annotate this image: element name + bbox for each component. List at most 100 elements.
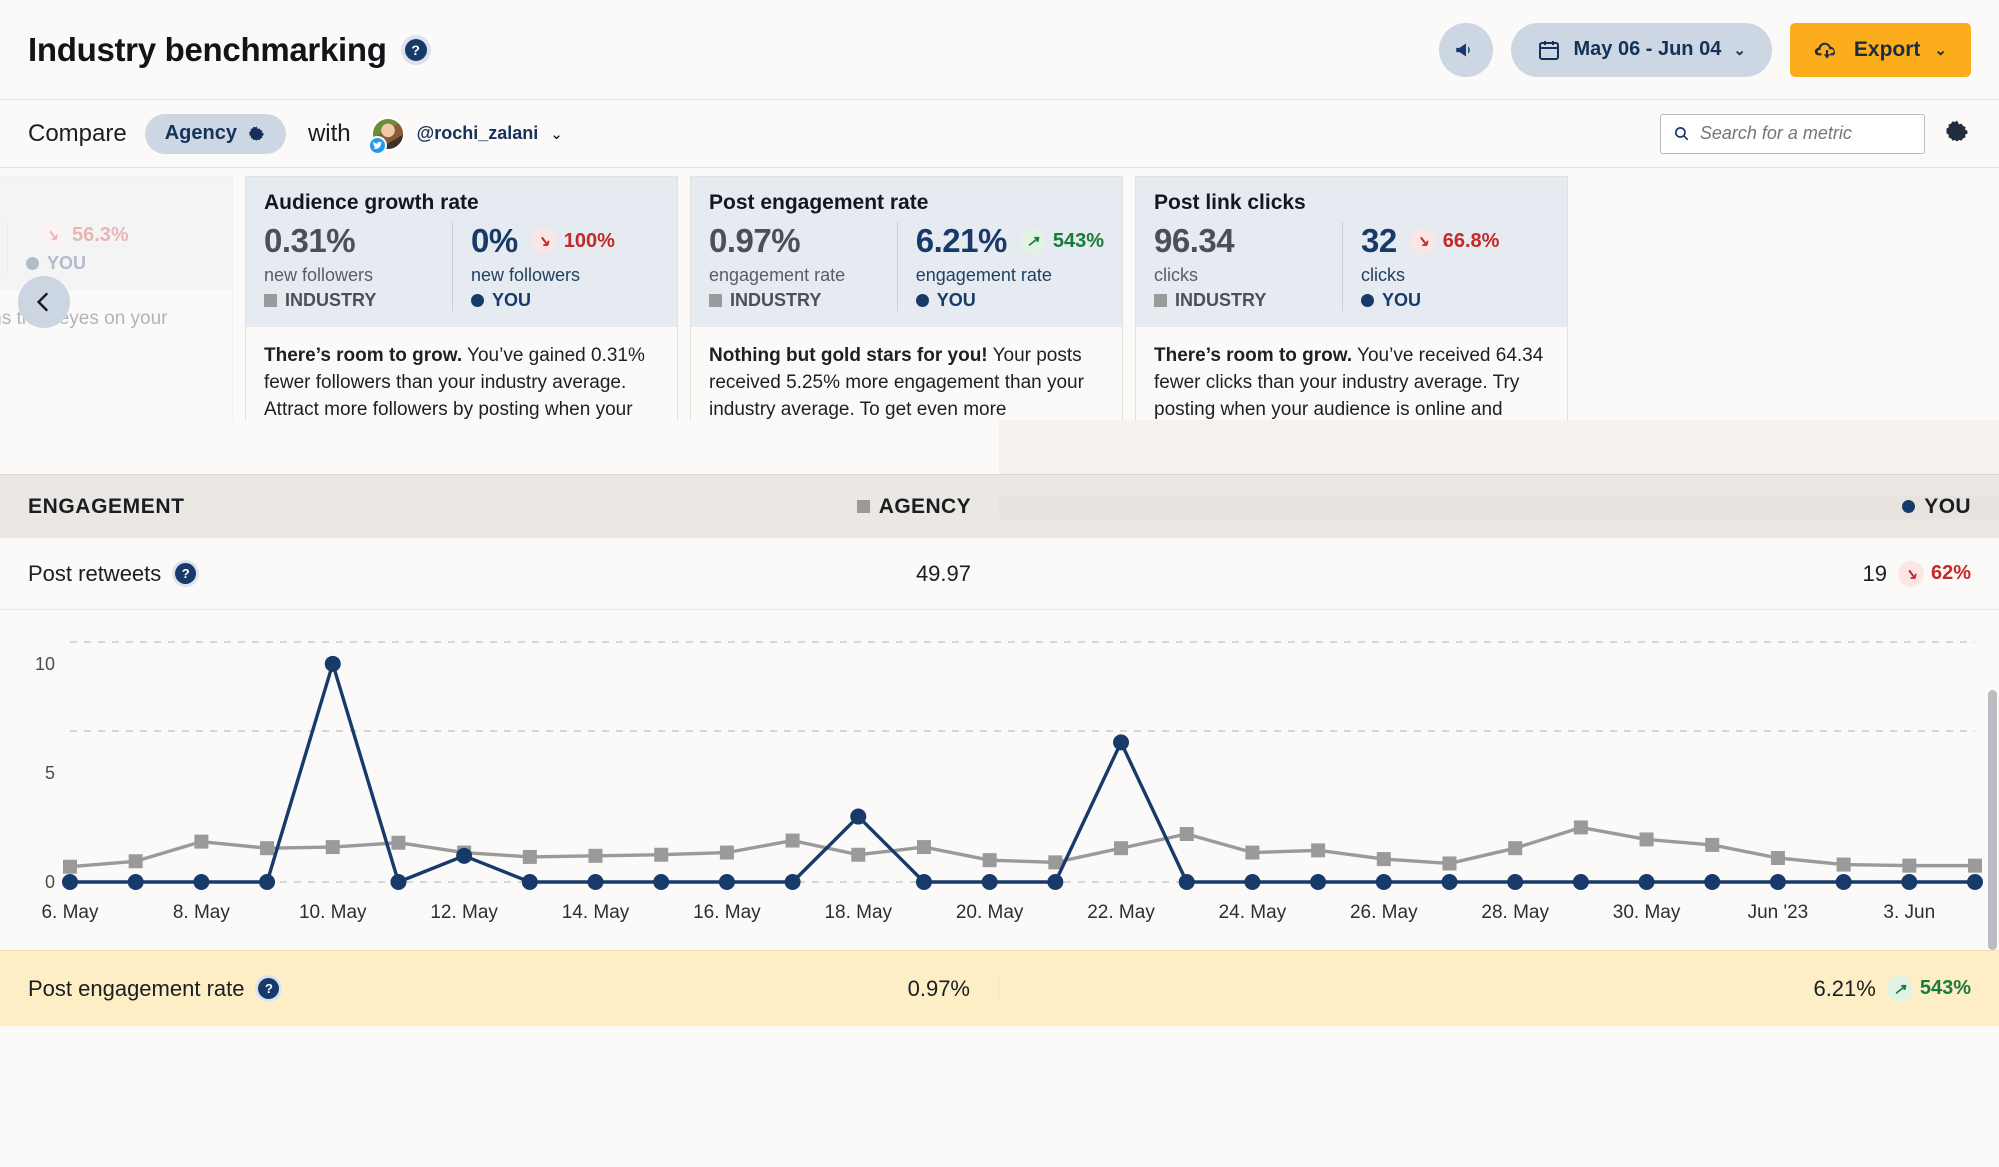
metric-name: Post engagement rate ? <box>28 975 283 1002</box>
export-label: Export <box>1853 37 1921 61</box>
agency-label: Agency <box>164 122 237 144</box>
chart-data-point <box>1376 852 1391 867</box>
chart-data-point <box>259 874 276 890</box>
chart-data-point <box>1508 841 1523 856</box>
chart-data-point <box>785 833 800 848</box>
chart-data-point <box>718 874 735 890</box>
card-industry-column: 0.97% engagement rate INDUSTRY <box>709 222 897 311</box>
chart-series-you <box>62 655 1983 890</box>
page-title: Industry benchmarking <box>28 30 387 68</box>
megaphone-icon[interactable] <box>1439 22 1494 77</box>
chart-data-point <box>63 859 77 874</box>
chart-data-point <box>981 874 998 890</box>
you-legend: YOU <box>915 290 1104 311</box>
benchmark-card[interactable]: Audience growth rate 0.31% new followers… <box>245 176 678 420</box>
chart-data-point <box>128 854 143 869</box>
scroll-transition <box>0 420 1999 474</box>
column-header-agency: AGENCY <box>856 495 999 519</box>
metric-name: Post retweets ? <box>28 560 200 587</box>
benchmark-card[interactable]: Post engagement rate 0.97% engagement ra… <box>690 176 1123 420</box>
table-row[interactable]: Post retweets ? 49.97 19 ↘ 62% <box>0 538 1999 610</box>
metric-settings-button[interactable] <box>1943 117 1971 150</box>
arrow-down-right-icon: ↘ <box>1409 228 1436 254</box>
chart-data-point <box>1244 874 1261 890</box>
x-tick-label: 18. May <box>824 902 892 923</box>
table-row-highlighted[interactable]: Post engagement rate ? 0.97% 6.21% ↗ 543% <box>0 950 1999 1026</box>
chart-data-point <box>850 808 867 825</box>
card-you-column: ↘ 56.3% YOU <box>7 222 214 274</box>
chart-data-point <box>324 655 341 672</box>
arrow-up-right-icon: ↗ <box>1019 228 1046 254</box>
metric-help-icon[interactable]: ? <box>172 560 200 587</box>
circle-marker-icon <box>471 294 484 307</box>
you-legend: YOU <box>1361 290 1549 311</box>
search-input[interactable] <box>1699 123 1912 144</box>
chart-data-point <box>1507 874 1524 890</box>
square-marker-icon <box>856 500 870 513</box>
page-help-icon[interactable]: ? <box>400 34 431 65</box>
industry-value: 0.97% <box>709 222 801 259</box>
gear-icon <box>1946 120 1968 142</box>
search-icon <box>1674 127 1689 141</box>
metric-you-value: 6.21% ↗ 543% <box>1813 975 1971 1002</box>
export-button[interactable]: Export ⌄ <box>1789 22 1971 77</box>
metric-help-icon[interactable]: ? <box>255 975 283 1002</box>
chart-data-point <box>1311 843 1326 858</box>
chart-data-point <box>1047 874 1064 890</box>
y-tick-label: 10 <box>35 654 55 674</box>
date-range-button[interactable]: May 06 - Jun 04 ⌄ <box>1511 22 1772 77</box>
chart-data-point <box>915 874 932 890</box>
benchmark-card[interactable]: Post link clicks 96.34 clicks INDUSTRY 3… <box>1135 176 1568 420</box>
chart-data-point <box>1770 851 1785 865</box>
chart-data-point <box>390 874 407 890</box>
account-selector[interactable]: @rochi_zalani ⌄ <box>367 116 563 155</box>
metric-agency-value: 49.97 <box>915 560 971 586</box>
compare-bar: Compare Agency with @rochi_zalani ⌄ <box>0 100 1999 168</box>
cards-prev-button[interactable] <box>18 276 70 328</box>
card-body: There’s room to grow. You’ve gained 0.31… <box>246 327 677 420</box>
column-header-you: YOU <box>1902 495 1971 519</box>
y-tick-label: 5 <box>45 763 55 783</box>
arrow-down-right-icon: ↘ <box>39 222 65 248</box>
chart-data-point <box>982 853 997 868</box>
industry-legend: INDUSTRY <box>1154 290 1342 311</box>
industry-sublabel: ssions <box>0 227 7 248</box>
circle-marker-icon <box>26 257 39 270</box>
arrow-down-right-icon: ↘ <box>1897 560 1924 587</box>
chart-data-point <box>653 874 670 890</box>
chevron-down-icon: ⌄ <box>1733 41 1746 59</box>
card-header: Audience growth rate 0.31% new followers… <box>246 177 677 327</box>
chart-data-point <box>1179 827 1194 841</box>
square-marker-icon <box>1154 294 1167 307</box>
x-tick-label: 6. May <box>41 902 99 923</box>
chart-data-point <box>1968 858 1982 873</box>
you-delta: ↘ 100% <box>530 228 615 254</box>
agency-selector[interactable]: Agency <box>144 113 286 154</box>
you-legend: YOU <box>26 253 214 274</box>
you-delta: ↘ 56.3% <box>39 222 129 248</box>
top-actions: May 06 - Jun 04 ⌄ Export ⌄ <box>1439 22 1971 77</box>
chart-data-point <box>391 835 406 850</box>
industry-legend: INDUSTRY <box>709 290 897 311</box>
avatar <box>367 116 405 155</box>
date-range-label: May 06 - Jun 04 <box>1573 38 1722 60</box>
chart-data-point <box>260 841 275 856</box>
chart-data-point <box>1245 845 1260 860</box>
you-value: 6.21% <box>915 222 1008 259</box>
chart-data-point <box>1441 874 1458 890</box>
industry-sublabel: engagement rate <box>709 265 846 285</box>
chart-data-point <box>1836 857 1851 872</box>
you-legend: YOU <box>471 290 659 311</box>
chart-data-point <box>1114 841 1129 856</box>
you-sublabel: new followers <box>471 265 581 285</box>
vertical-scrollbar[interactable] <box>1988 690 1997 950</box>
twitter-icon <box>367 135 387 155</box>
chart-data-point <box>1638 874 1655 890</box>
search-input-wrapper[interactable] <box>1660 113 1925 154</box>
you-sublabel: engagement rate <box>915 265 1052 285</box>
chart-line <box>70 662 1975 884</box>
industry-value: 96.34 <box>1154 222 1235 259</box>
card-you-column: 6.21% ↗ 543% engagement rate YOU <box>896 222 1104 311</box>
section-label: ENGAGEMENT <box>28 494 185 518</box>
industry-benchmarking-page: Industry benchmarking ? May 06 - Jun 04 … <box>0 0 1999 1167</box>
